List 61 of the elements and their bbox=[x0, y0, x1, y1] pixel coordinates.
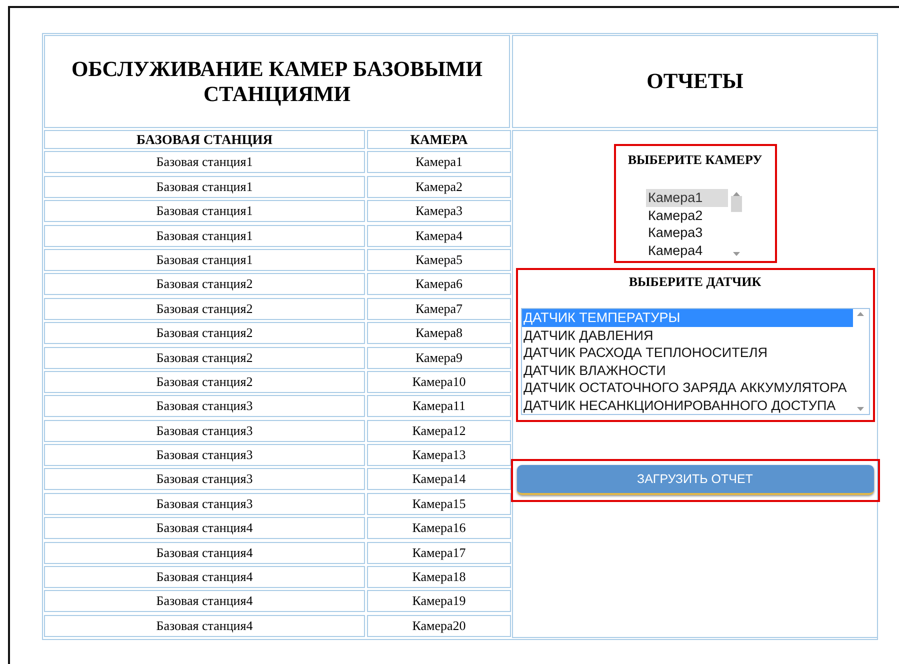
table-cell: Базовая станция2 bbox=[44, 322, 365, 344]
camera-label: ВЫБЕРИТЕ КАМЕРУ bbox=[626, 152, 764, 168]
scroll-down-icon[interactable] bbox=[857, 407, 864, 411]
table-cell: Базовая станция3 bbox=[44, 420, 365, 442]
table-cell: Камера9 bbox=[367, 346, 511, 369]
table-cell: Камера7 bbox=[367, 298, 511, 320]
table-cell: Базовая станция3 bbox=[44, 395, 365, 418]
table-cell: Базовая станция2 bbox=[44, 346, 365, 369]
list-option[interactable]: ДАТЧИК НЕСАНКЦИОНИРОВАННОГО ДОСТУПА bbox=[522, 396, 852, 414]
page-title: ОБСЛУЖИВАНИЕ КАМЕР БАЗОВЫМИ СТАНЦИЯМИ bbox=[70, 56, 484, 106]
table-cell: Камера15 bbox=[367, 492, 511, 515]
table-cell: Базовая станция2 bbox=[44, 298, 365, 320]
list-option[interactable]: Камера4 bbox=[646, 242, 728, 259]
table-cell: Камера5 bbox=[367, 248, 511, 271]
list-box[interactable]: ДАТЧИК ТЕМПЕРАТУРЫ ДАТЧИК ДАВЛЕНИЯ ДАТЧИК РАСХОДА ТЕПЛОНОСИТЕЛЯ ДАТЧИК ВЛАЖНОСТИ ДАТЧИК ОСТАТОЧНОГО ЗАРЯДА АККУМУЛЯТОРА ДАТЧИК НЕСАНКЦИОНИРОВАННОГО ДОСТУПА bbox=[520, 308, 870, 415]
table-cell: Камера11 bbox=[367, 395, 511, 418]
list-option[interactable]: Камера1 bbox=[646, 189, 728, 206]
table-cell: Базовая станция2 bbox=[44, 370, 365, 393]
scroll-up-icon[interactable] bbox=[857, 312, 864, 316]
table-cell: Базовая станция1 bbox=[44, 224, 365, 247]
table-cell: Базовая станция1 bbox=[44, 200, 365, 222]
column-header: КАМЕРА bbox=[367, 130, 511, 149]
list-option[interactable]: ДАТЧИК ВЛАЖНОСТИ bbox=[522, 362, 852, 379]
table-cell: Камера3 bbox=[367, 200, 511, 222]
table-cell: Базовая станция3 bbox=[44, 492, 365, 515]
list-box[interactable]: Камера1 Камера2 Камера3 Камера4 bbox=[645, 188, 745, 260]
sensor-label: ВЫБЕРИТЕ ДАТЧИК bbox=[628, 274, 762, 290]
table-cell: Базовая станция4 bbox=[44, 614, 365, 637]
table-cell: Базовая станция4 bbox=[44, 542, 365, 564]
table-cell: Камера17 bbox=[367, 542, 511, 564]
table-cell: Камера8 bbox=[367, 322, 511, 344]
list-option[interactable]: Камера3 bbox=[646, 224, 728, 242]
table-cell: Базовая станция1 bbox=[44, 176, 365, 198]
table-cell: Камера2 bbox=[367, 176, 511, 198]
table-cell: Камера4 bbox=[367, 224, 511, 247]
table-cell: Базовая станция4 bbox=[44, 590, 365, 612]
table-cell: Базовая станция4 bbox=[44, 566, 365, 588]
table-cell: Камера6 bbox=[367, 273, 511, 296]
table-cell: Камера14 bbox=[367, 468, 511, 490]
table-cell: Базовая станция4 bbox=[44, 517, 365, 540]
column-header: БАЗОВАЯ СТАНЦИЯ bbox=[44, 130, 365, 149]
table-cell: Камера13 bbox=[367, 444, 511, 466]
list-option[interactable]: ДАТЧИК ОСТАТОЧНОГО ЗАРЯДА АККУМУЛЯТОРА bbox=[522, 379, 852, 396]
list-option[interactable]: ДАТЧИК РАСХОДА ТЕПЛОНОСИТЕЛЯ bbox=[522, 344, 852, 362]
table-cell: Камера16 bbox=[367, 517, 511, 540]
reports-title: ОТЧЕТЫ bbox=[646, 69, 744, 94]
table-cell: Базовая станция1 bbox=[44, 151, 365, 174]
table-cell: Камера1 bbox=[367, 151, 511, 174]
table-cell: Камера19 bbox=[367, 590, 511, 612]
table-cell: Камера10 bbox=[367, 370, 511, 393]
table-cell: Базовая станция2 bbox=[44, 273, 365, 296]
table-cell: Базовая станция3 bbox=[44, 444, 365, 466]
table-cell: Камера20 bbox=[367, 614, 511, 637]
table-cell: Камера18 bbox=[367, 566, 511, 588]
list-option[interactable]: ДАТЧИК ДАВЛЕНИЯ bbox=[522, 326, 852, 344]
table-cell: Камера12 bbox=[367, 420, 511, 442]
table-cell: Базовая станция3 bbox=[44, 468, 365, 490]
table-cell: Базовая станция1 bbox=[44, 248, 365, 271]
scrollbar-thumb[interactable] bbox=[730, 196, 742, 212]
scroll-down-icon[interactable] bbox=[732, 252, 740, 256]
list-option[interactable]: Камера2 bbox=[646, 206, 728, 224]
